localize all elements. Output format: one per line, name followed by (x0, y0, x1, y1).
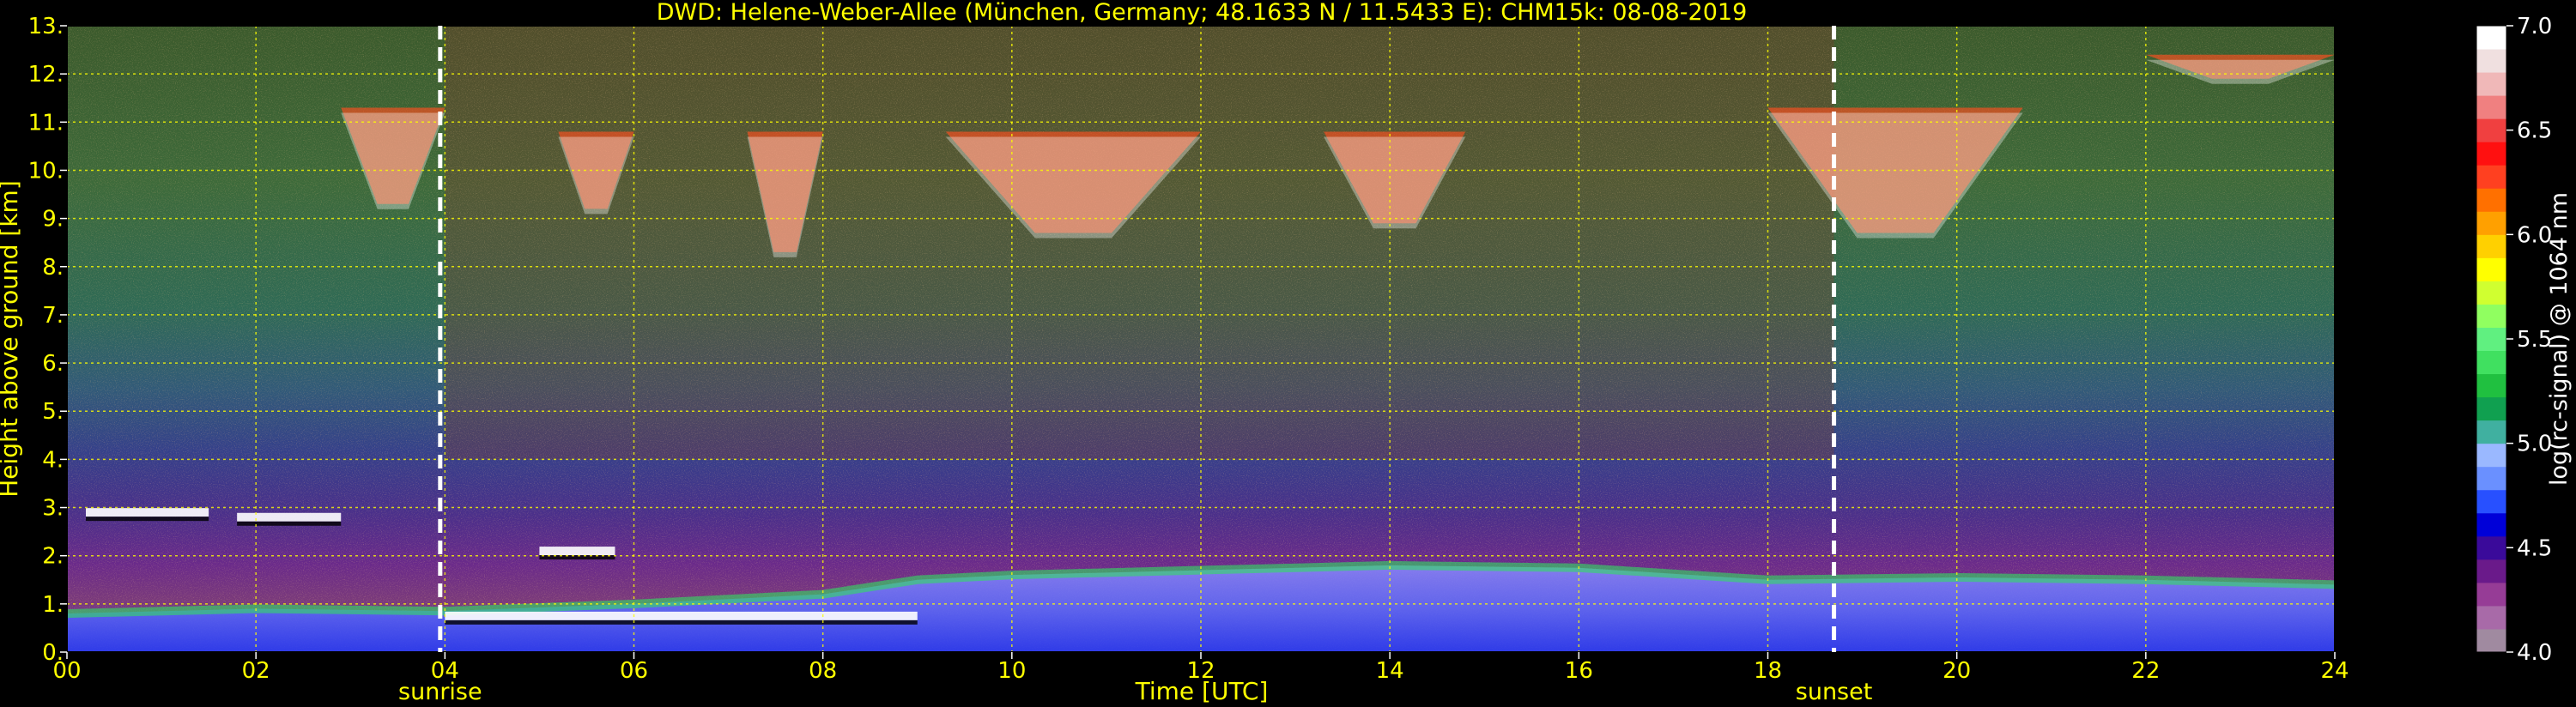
chart-title: DWD: Helene-Weber-Allee (München, German… (657, 0, 1748, 26)
colorbar-segment-25 (2476, 49, 2506, 73)
y-axis-label: Height above ground [km] (0, 180, 23, 498)
colorbar-tick-label-0: 4.0 (2517, 640, 2552, 666)
y-tick-label-13: 13. (28, 14, 64, 39)
colorbar-tick-label-1: 4.5 (2517, 535, 2552, 561)
x-tick-label-4: 08 (809, 658, 837, 684)
y-tick-label-2: 2. (42, 544, 64, 570)
colorbar-tick-label-5: 6.5 (2517, 118, 2552, 144)
colorbar-segment-14 (2476, 304, 2506, 328)
colorbar-segment-9 (2476, 420, 2506, 444)
colorbar-tick-label-6: 7.0 (2517, 14, 2552, 39)
colorbar-segment-12 (2476, 350, 2506, 375)
x-tick-label-9: 18 (1754, 658, 1782, 684)
colorbar-segment-18 (2476, 211, 2506, 235)
sunset-label: sunset (1796, 679, 1873, 705)
colorbar-segment-13 (2476, 327, 2506, 352)
colorbar-segment-1 (2476, 605, 2506, 630)
low-cloud-shadow-1 (237, 521, 342, 526)
low-cloud-2 (539, 547, 615, 556)
low-cloud-shadow-3 (445, 619, 918, 625)
colorbar-segment-8 (2476, 443, 2506, 468)
x-tick-label-3: 06 (620, 658, 648, 684)
colorbar-segment-15 (2476, 281, 2506, 305)
colorbar-segment-22 (2476, 118, 2506, 142)
y-tick-label-1: 1. (42, 592, 64, 618)
x-tick-label-8: 16 (1565, 658, 1593, 684)
y-tick-label-12: 12. (28, 62, 64, 88)
colorbar-segment-5 (2476, 512, 2506, 537)
x-tick-label-12: 24 (2320, 658, 2349, 684)
colorbar-segment-10 (2476, 396, 2506, 421)
colorbar-segment-0 (2476, 628, 2506, 653)
y-tick-label-4: 4. (42, 447, 64, 473)
x-tick-label-11: 22 (2131, 658, 2160, 684)
x-tick-label-7: 14 (1376, 658, 1404, 684)
sunrise-label: sunrise (398, 679, 482, 705)
x-tick-label-1: 02 (242, 658, 270, 684)
y-tick-label-5: 5. (42, 399, 64, 425)
colorbar-segment-26 (2476, 26, 2506, 50)
x-axis-label: Time [UTC] (1135, 677, 1269, 705)
colorbar-segment-16 (2476, 257, 2506, 281)
colorbar-segment-3 (2476, 559, 2506, 583)
low-cloud-1 (237, 512, 342, 522)
y-tick-label-8: 8. (42, 255, 64, 281)
low-cloud-shadow-0 (86, 517, 209, 522)
x-tick-label-5: 10 (997, 658, 1026, 684)
colorbar-segment-23 (2476, 95, 2506, 119)
y-tick-label-9: 9. (42, 207, 64, 233)
colorbar-segment-4 (2476, 535, 2506, 560)
colorbar-segment-2 (2476, 582, 2506, 607)
colorbar-segment-24 (2476, 72, 2506, 96)
ceilometer-figure: DWD: Helene-Weber-Allee (München, German… (0, 0, 2576, 707)
colorbar-segment-11 (2476, 373, 2506, 398)
colorbar-label: log(rc-signal) @ 1064 nm (2546, 192, 2573, 486)
plot-area: 00 02 04 06 08 10 12 14 16 18 20 22 240.1.2.3.4.5.6.… (28, 14, 2349, 705)
y-tick-label-7: 7. (42, 303, 64, 329)
x-tick-label-10: 20 (1943, 658, 1971, 684)
y-tick-label-11: 11. (28, 110, 64, 136)
low-cloud-0 (86, 508, 209, 517)
colorbar-segment-20 (2476, 165, 2506, 189)
y-tick-label-6: 6. (42, 351, 64, 377)
low-cloud-3 (445, 611, 918, 620)
colorbar-segment-19 (2476, 188, 2506, 212)
colorbar-segment-6 (2476, 489, 2506, 514)
colorbar-segment-17 (2476, 234, 2506, 258)
colorbar-segment-7 (2476, 466, 2506, 491)
colorbar-segment-21 (2476, 142, 2506, 166)
y-tick-label-0: 0. (42, 640, 64, 666)
y-tick-label-10: 10. (28, 158, 64, 184)
y-tick-label-3: 3. (42, 496, 64, 522)
